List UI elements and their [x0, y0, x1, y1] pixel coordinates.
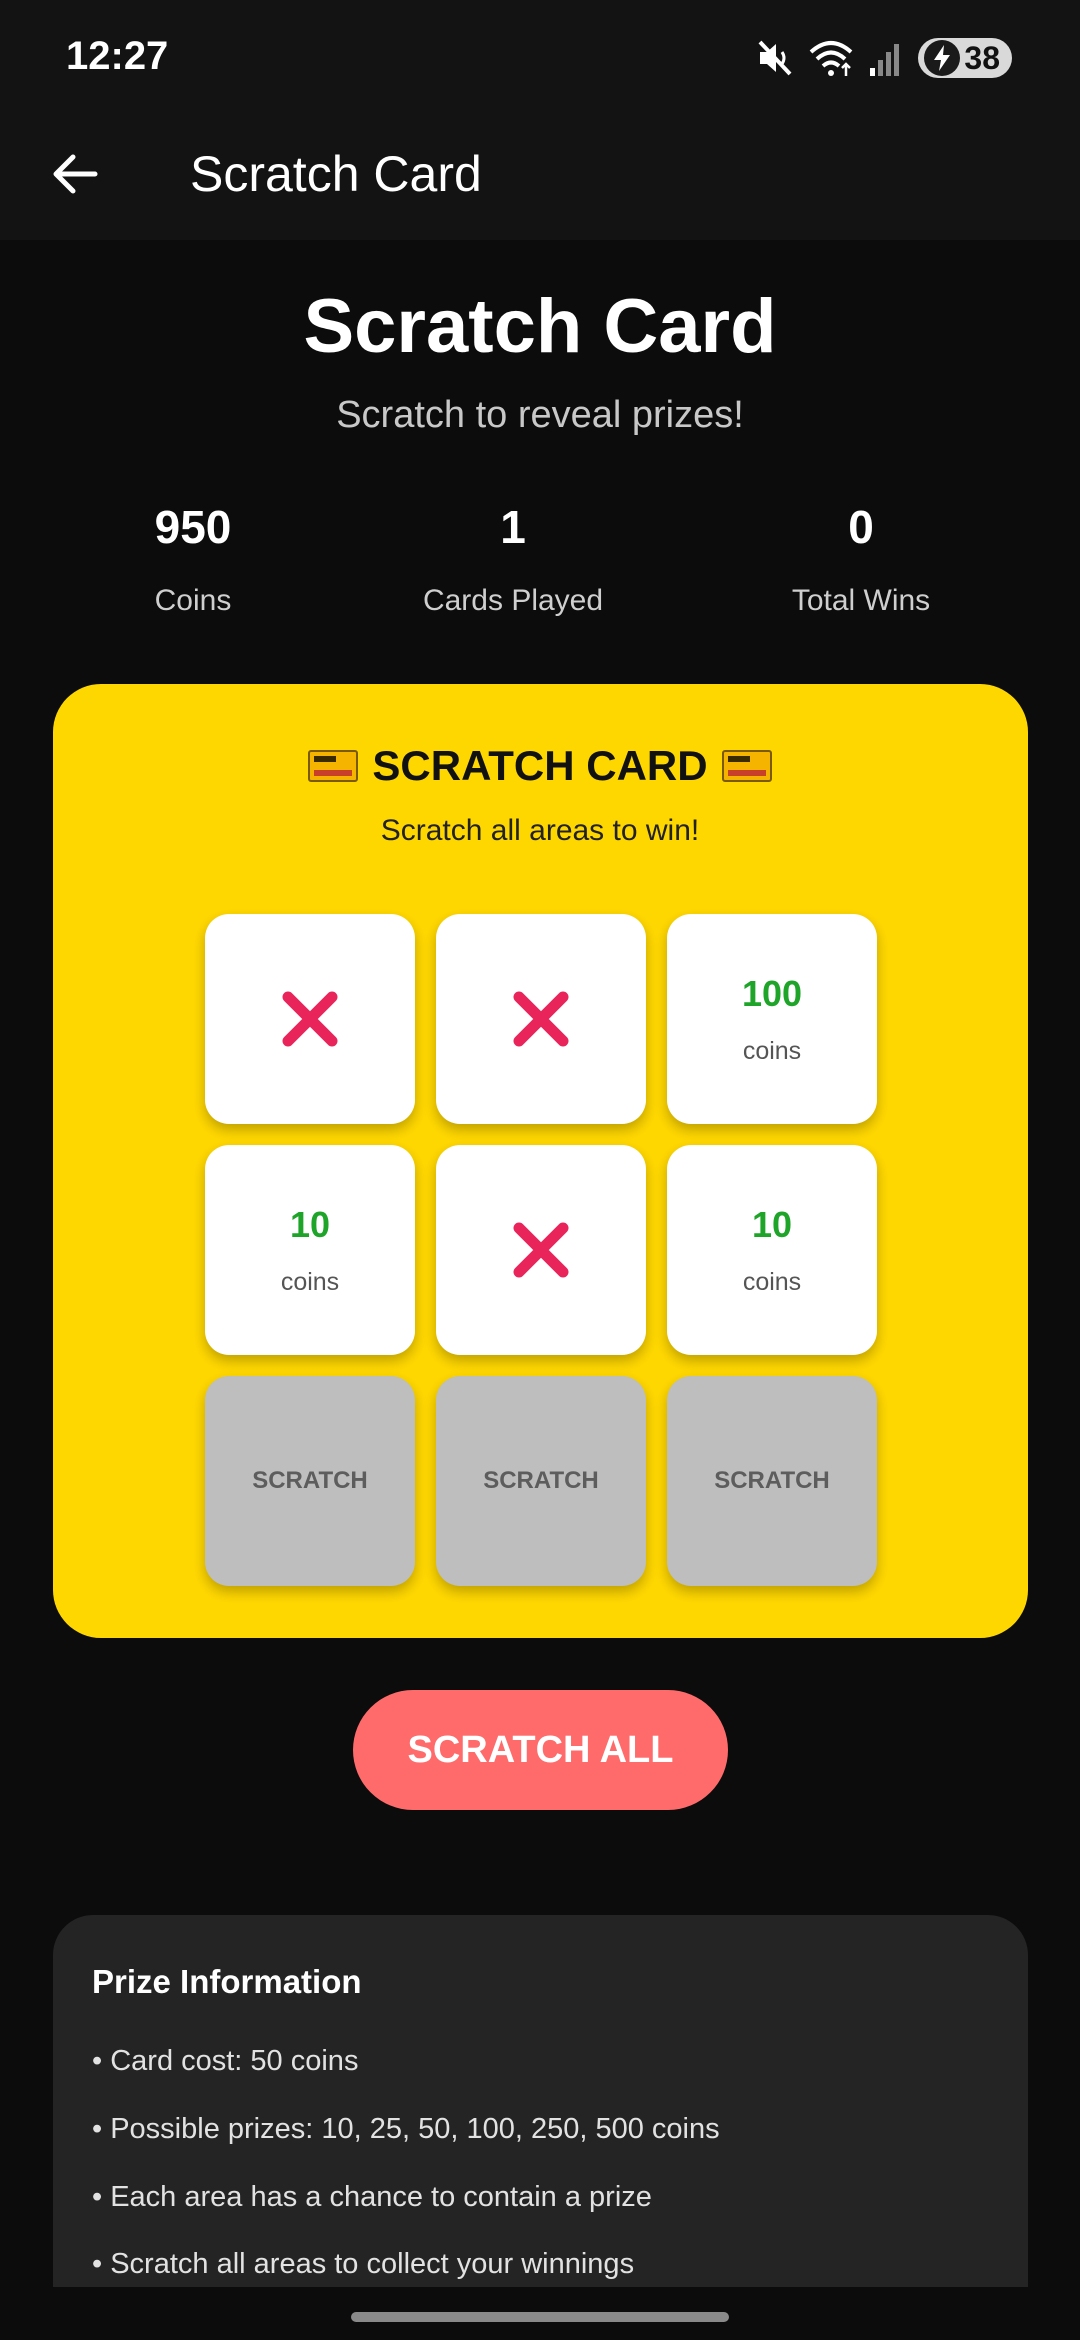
card-title: SCRATCH CARD	[0, 742, 1080, 790]
prize-info-line: • Card cost: 50 coins	[92, 2045, 359, 2077]
card-subtitle: Scratch all areas to win!	[380, 814, 700, 847]
prize-unit: coins	[280, 1267, 340, 1296]
status-time: 12:27	[66, 34, 169, 78]
scratch-all-button[interactable]: SCRATCH ALL	[353, 1690, 728, 1810]
prize-info-line: • Scratch all areas to collect your winn…	[92, 2248, 635, 2280]
scratch-tile-hidden[interactable]: SCRATCH	[667, 1376, 877, 1586]
prize-info-line: • Each area has a chance to contain a pr…	[92, 2181, 652, 2213]
scratch-tile[interactable]	[436, 914, 646, 1124]
red-x-icon	[282, 991, 338, 1047]
prize-unit: coins	[742, 1267, 802, 1296]
prize-info-line: • Possible prizes: 10, 25, 50, 100, 250,…	[92, 2113, 720, 2145]
scratch-tile[interactable]: 100 coins	[667, 914, 877, 1124]
stat-total-wins: 0 Total Wins	[711, 500, 1011, 618]
red-x-icon	[513, 1222, 569, 1278]
charging-icon	[924, 40, 961, 76]
prize-unit: coins	[742, 1036, 802, 1065]
ticket-icon	[308, 750, 359, 782]
stat-value: 950	[154, 501, 232, 553]
prize-amount: 10	[289, 1203, 331, 1245]
stat-label: Total Wins	[791, 584, 931, 617]
ticket-icon	[721, 750, 772, 782]
scratch-tile-hidden[interactable]: SCRATCH	[436, 1376, 646, 1586]
prize-amount: 10	[751, 1203, 793, 1245]
prize-info-title: Prize Information	[92, 1963, 362, 2000]
page-subtitle: Scratch to reveal prizes!	[336, 394, 744, 436]
signal-icon	[870, 44, 900, 76]
home-indicator[interactable]	[351, 2312, 729, 2322]
app-bar-title: Scratch Card	[190, 146, 482, 202]
battery-indicator: 38	[918, 38, 1012, 78]
page-title: Scratch Card	[303, 284, 777, 369]
scratch-label: SCRATCH	[252, 1467, 368, 1494]
stat-value: 1	[500, 501, 526, 553]
scratch-tile[interactable]: 10 coins	[205, 1145, 415, 1355]
stat-label: Cards Played	[422, 584, 604, 617]
arrow-left-icon	[53, 154, 98, 194]
scratch-tile-hidden[interactable]: SCRATCH	[205, 1376, 415, 1586]
mute-icon	[758, 40, 792, 76]
wifi-icon	[810, 41, 853, 76]
stat-label: Coins	[154, 584, 232, 617]
scratch-tile[interactable]: 10 coins	[667, 1145, 877, 1355]
scratch-label: SCRATCH	[483, 1467, 599, 1494]
prize-amount: 100	[741, 972, 803, 1014]
status-bar: 12:27 38	[0, 0, 1080, 115]
stat-cards-played: 1 Cards Played	[363, 500, 663, 618]
red-x-icon	[513, 991, 569, 1047]
battery-level: 38	[964, 39, 1000, 76]
card-title-text: SCRATCH CARD	[372, 742, 708, 789]
app-bar: Scratch Card	[0, 115, 1080, 240]
back-button[interactable]	[40, 139, 110, 209]
scratch-tile[interactable]	[436, 1145, 646, 1355]
stats-row: 950 Coins 1 Cards Played 0 Total Wins	[0, 500, 1080, 630]
scratch-tile[interactable]	[205, 914, 415, 1124]
stat-value: 0	[848, 501, 874, 553]
stat-coins: 950 Coins	[43, 500, 343, 618]
scratch-label: SCRATCH	[714, 1467, 830, 1494]
status-icons: 38	[756, 36, 1012, 80]
